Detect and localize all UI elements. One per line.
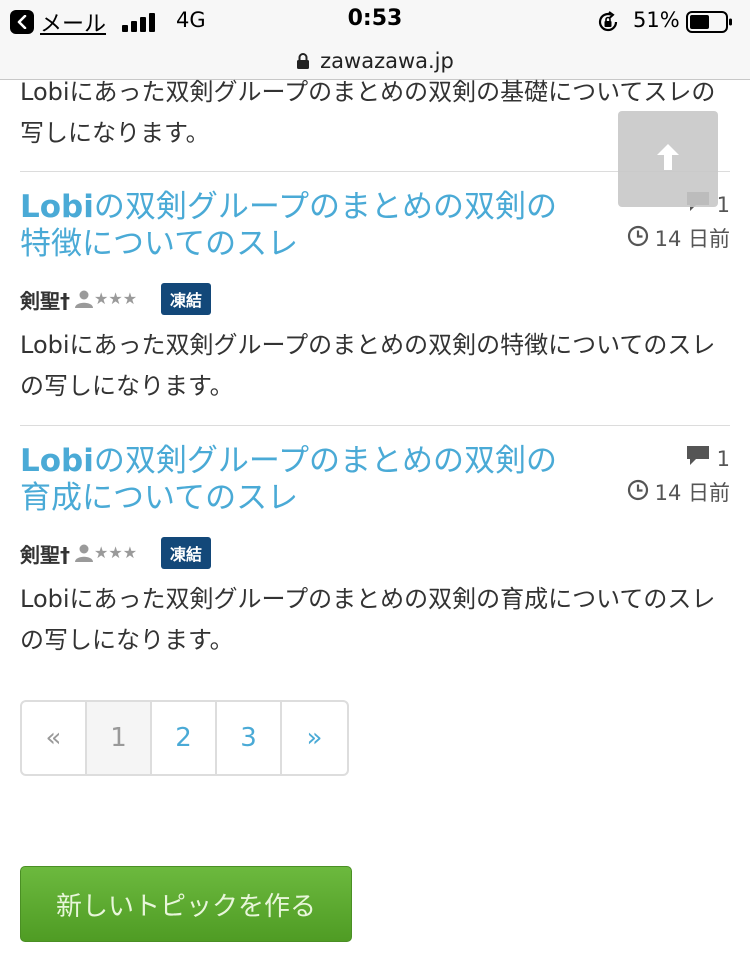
topic-description: Lobiにあった双剣グループのまとめの双剣の育成についてのスレの写しになります。 <box>20 585 716 654</box>
lock-icon <box>296 52 310 70</box>
clock-icon <box>627 479 649 506</box>
author-row: 剣聖† ★★★ 凍結 <box>20 537 212 569</box>
author-row: 剣聖† ★★★ 凍結 <box>20 283 212 315</box>
author-name: 剣聖† <box>20 288 70 313</box>
clock-icon <box>627 225 649 252</box>
frozen-badge: 凍結 <box>161 283 212 315</box>
page-prev[interactable]: « <box>22 702 87 774</box>
divider <box>20 425 730 426</box>
topic-date: 14 日前 <box>627 477 730 507</box>
topic-description: Lobiにあった双剣グループのまとめの双剣の特徴についてのスレの写しになります。 <box>20 331 716 400</box>
topic-title-link[interactable]: Lobiの双剣グループのまとめの双剣の特徴についてのスレ <box>20 189 580 263</box>
topic-date: 14 日前 <box>627 223 730 253</box>
topic-title-link[interactable]: Lobiの双剣グループのまとめの双剣の育成についてのスレ <box>20 443 580 517</box>
battery-icon <box>686 10 734 34</box>
url-text: zawazawa.jp <box>320 49 454 73</box>
frozen-badge: 凍結 <box>161 537 212 569</box>
new-topic-button[interactable]: 新しいトピックを作る <box>20 866 352 942</box>
user-rank-icon: ★★★ <box>74 289 137 309</box>
page-2[interactable]: 2 <box>152 702 217 774</box>
page-next[interactable]: » <box>282 702 347 774</box>
pagination: « 1 2 3 » <box>20 700 349 776</box>
rotation-lock-icon <box>596 10 620 34</box>
scroll-to-top-button[interactable] <box>618 111 718 207</box>
status-bar: メール 4G 0:53 51% <box>0 0 750 42</box>
battery-percent: 51% <box>633 8 680 32</box>
arrow-up-icon <box>655 142 681 176</box>
author-name: 剣聖† <box>20 542 70 567</box>
page-1[interactable]: 1 <box>87 702 152 774</box>
comment-count: 1 <box>685 445 730 472</box>
page-3[interactable]: 3 <box>217 702 282 774</box>
user-rank-icon: ★★★ <box>74 543 137 563</box>
comment-icon <box>685 445 711 472</box>
